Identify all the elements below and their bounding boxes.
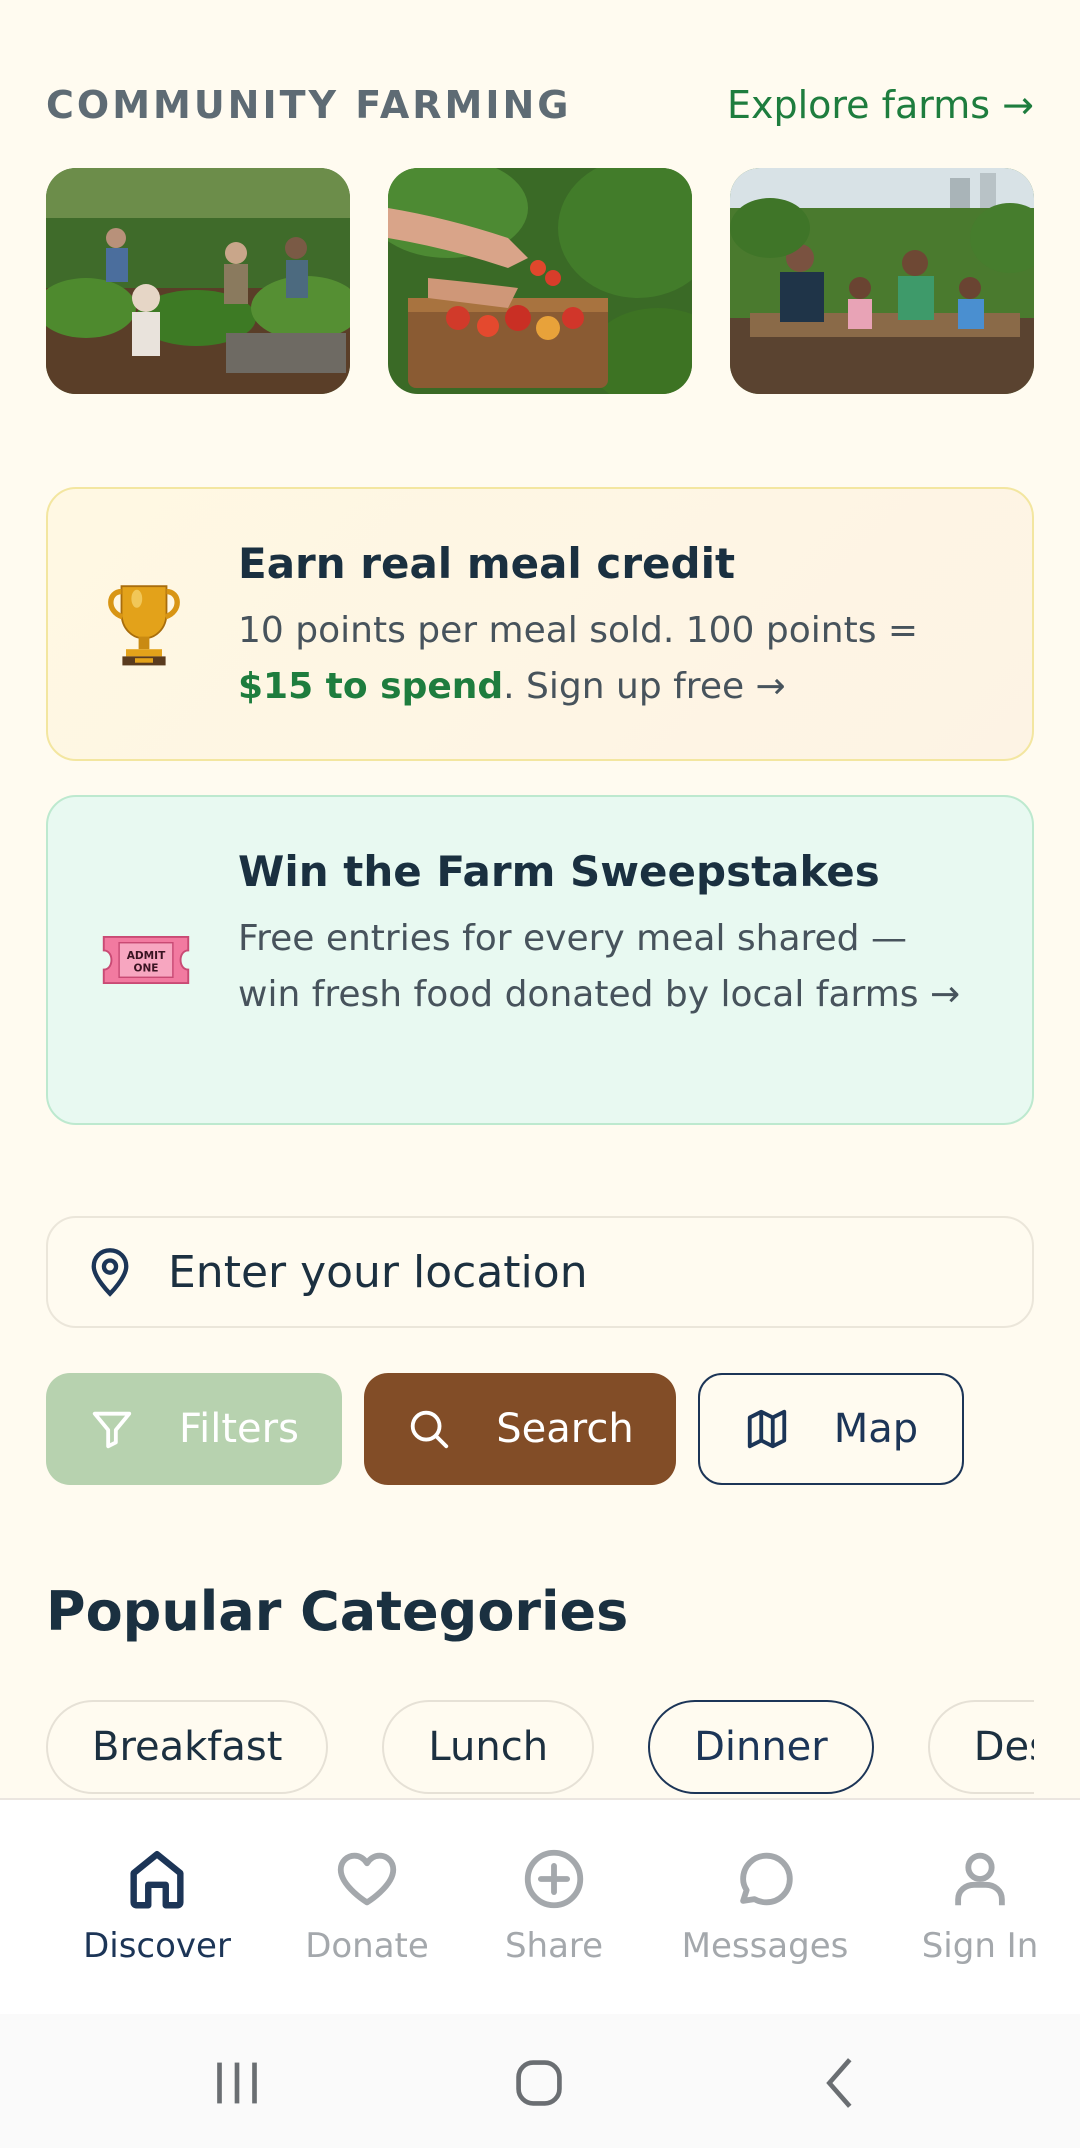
nav-item-share[interactable]: Share — [454, 1844, 654, 1966]
meal-credit-promo[interactable]: Earn real meal credit 10 points per meal… — [46, 487, 1034, 761]
trophy-icon — [92, 572, 196, 676]
search-label: Search — [496, 1406, 634, 1452]
heart-icon — [337, 1852, 397, 1906]
explore-farms-link[interactable]: Explore farms → — [727, 83, 1034, 127]
nav-item-donate[interactable]: Donate — [267, 1844, 467, 1966]
sweepstakes-title: Win the Farm Sweepstakes — [238, 847, 880, 896]
system-navigation-bar — [0, 2014, 1080, 2148]
nav-item-messages[interactable]: Messages — [665, 1844, 865, 1966]
meal-credit-title: Earn real meal credit — [238, 539, 736, 588]
meal-credit-body: 10 points per meal sold. 100 points = $1… — [238, 603, 972, 715]
section-title: COMMUNITY FARMING — [46, 83, 572, 127]
nav-label-share: Share — [504, 1926, 604, 1966]
sweepstakes-text: Win the Farm Sweepstakes Free entries fo… — [238, 847, 972, 1023]
ticket-text-admit: ADMIT — [127, 950, 166, 962]
filter-icon — [92, 1411, 132, 1449]
popular-categories-title: Popular Categories — [46, 1580, 629, 1643]
bottom-nav: Discover Donate Share Messages Sign In — [0, 1798, 1080, 2016]
meal-credit-body-prefix: 10 points per meal sold. 100 points = — [238, 610, 919, 651]
nav-label-sign-in: Sign In — [921, 1926, 1039, 1966]
location-input[interactable] — [166, 1245, 970, 1299]
category-chips[interactable]: Breakfast Lunch Dinner Dessert — [46, 1700, 1034, 1794]
sweepstakes-body: Free entries for every meal shared — win… — [238, 918, 961, 1015]
farm-photo-tomato-harvest[interactable] — [388, 168, 692, 394]
admit-one-ticket-icon: ADMIT ONE — [94, 908, 198, 1012]
farm-photo-family-garden[interactable] — [730, 168, 1034, 394]
nav-item-discover[interactable]: Discover — [57, 1844, 257, 1966]
map-icon — [747, 1409, 786, 1449]
action-buttons: Filters Search Map — [46, 1373, 964, 1485]
meal-credit-text: Earn real meal credit 10 points per meal… — [238, 539, 972, 715]
category-chip-dinner[interactable]: Dinner — [648, 1700, 874, 1794]
search-button[interactable]: Search — [364, 1373, 676, 1485]
meal-credit-signup[interactable]: . Sign up free → — [503, 666, 786, 707]
filters-button[interactable]: Filters — [46, 1373, 342, 1485]
nav-label-donate: Donate — [305, 1926, 429, 1966]
map-label: Map — [833, 1406, 919, 1452]
meal-credit-highlight: $15 to spend — [238, 666, 504, 707]
plus-circle-icon — [524, 1849, 584, 1909]
location-field[interactable] — [46, 1216, 1034, 1328]
search-icon — [411, 1410, 449, 1449]
nav-item-sign-in[interactable]: Sign In — [880, 1844, 1080, 1966]
category-chip-breakfast[interactable]: Breakfast — [46, 1700, 329, 1794]
farm-photo-community-garden[interactable] — [46, 168, 350, 394]
user-icon — [955, 1852, 1005, 1906]
nav-label-messages: Messages — [681, 1926, 849, 1966]
ticket-text-one: ONE — [134, 963, 159, 975]
farm-photo-gallery[interactable] — [46, 168, 1034, 396]
category-chip-lunch[interactable]: Lunch — [382, 1700, 595, 1794]
map-pin-icon — [91, 1248, 129, 1297]
recent-apps-icon[interactable] — [202, 2048, 272, 2118]
home-button-icon[interactable] — [504, 2048, 574, 2118]
back-icon[interactable] — [806, 2048, 876, 2118]
home-icon — [130, 1851, 184, 1909]
nav-label-discover: Discover — [83, 1926, 231, 1966]
filters-label: Filters — [179, 1406, 299, 1452]
message-bubble-icon — [740, 1852, 793, 1906]
sweepstakes-promo[interactable]: ADMIT ONE Win the Farm Sweepstakes Free … — [46, 795, 1034, 1125]
category-chip-dessert[interactable]: Dessert — [927, 1700, 1034, 1794]
map-button[interactable]: Map — [698, 1373, 964, 1485]
community-farming-header: COMMUNITY FARMING Explore farms → — [46, 78, 1034, 132]
